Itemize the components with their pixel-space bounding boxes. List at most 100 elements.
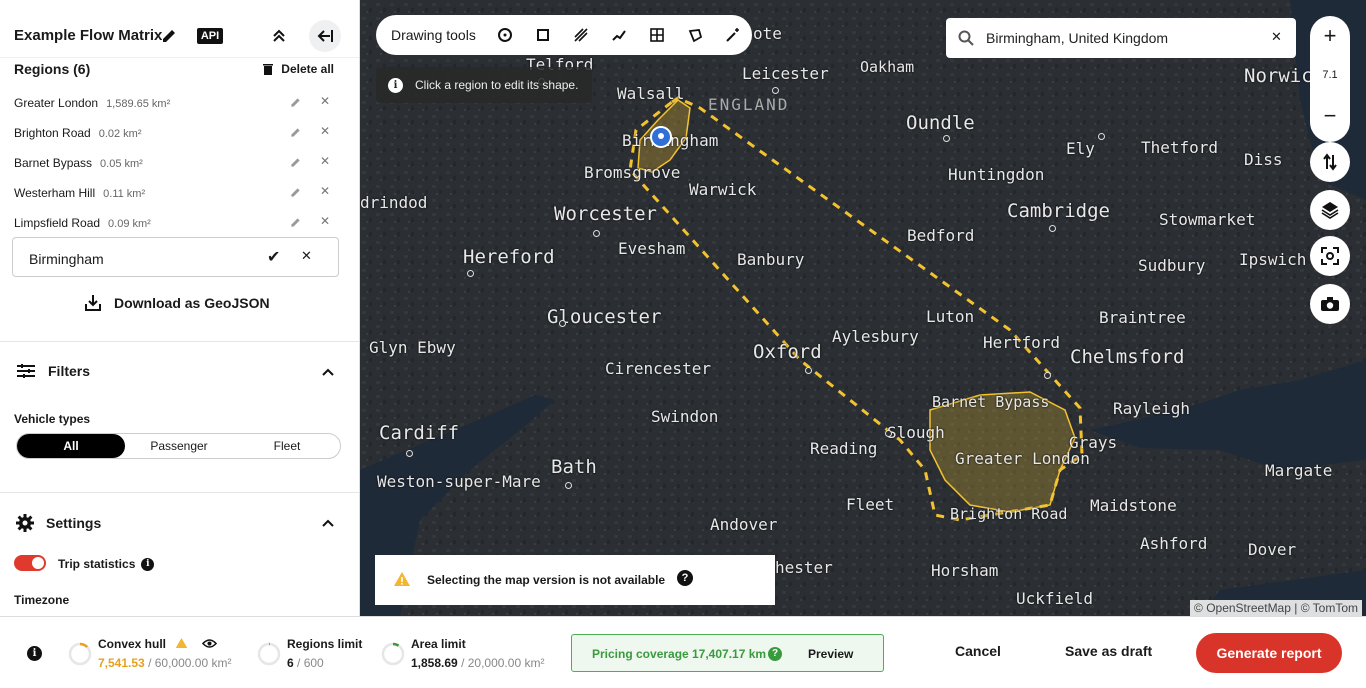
city-label: Sudbury xyxy=(1138,256,1206,275)
remove-region-icon[interactable]: ✕ xyxy=(320,184,330,198)
divider xyxy=(0,341,359,342)
city-label: Bedford xyxy=(907,226,975,245)
city-marker xyxy=(593,230,600,237)
chevron-up-icon[interactable] xyxy=(322,365,334,379)
info-icon[interactable]: i xyxy=(141,557,155,571)
remove-region-icon[interactable]: ✕ xyxy=(320,214,330,228)
generate-report-button[interactable]: Generate report xyxy=(1196,633,1342,673)
search-icon xyxy=(958,30,974,46)
remove-region-icon[interactable]: ✕ xyxy=(320,124,330,138)
camera-icon xyxy=(1321,297,1339,311)
vehicle-type-selector: All Passenger Fleet xyxy=(16,433,341,459)
area-limit-progress-ring xyxy=(381,642,405,666)
route-tool-icon[interactable] xyxy=(600,20,638,50)
polygon-tool-icon[interactable] xyxy=(676,20,714,50)
city-label: Barnet Bypass xyxy=(932,393,1050,411)
chevron-up-icon[interactable] xyxy=(322,516,334,530)
save-draft-button[interactable]: Save as draft xyxy=(1065,643,1152,659)
map-canvas[interactable]: Telford Leicester Oakham Norwich Walsall… xyxy=(360,0,1366,616)
city-label: Worcester xyxy=(554,203,657,225)
region-name: Limpsfield Road 0.09 km² xyxy=(14,216,151,230)
city-label: Weston-super-Mare xyxy=(377,472,541,491)
vehicle-type-fleet[interactable]: Fleet xyxy=(233,434,341,458)
download-geojson-button[interactable]: Download as GeoJSON xyxy=(84,294,270,312)
info-icon: i xyxy=(388,77,403,93)
info-icon[interactable]: i xyxy=(27,646,42,661)
drawing-tools-label: Drawing tools xyxy=(391,27,476,43)
eye-icon xyxy=(201,639,217,648)
grid-tool-icon[interactable] xyxy=(638,20,676,50)
zoom-out-button[interactable]: − xyxy=(1310,96,1350,136)
region-name: Barnet Bypass 0.05 km² xyxy=(14,156,143,170)
convex-hull-label: Convex hull xyxy=(98,637,217,651)
hint-text: Click a region to edit its shape. xyxy=(415,78,579,92)
region-row[interactable]: Barnet Bypass 0.05 km² ✕ xyxy=(14,152,334,174)
regions-header: Regions (6) Delete all xyxy=(14,61,334,79)
location-pin-icon[interactable] xyxy=(650,126,672,152)
delete-all-button[interactable]: Delete all xyxy=(263,62,334,76)
city-label: Rayleigh xyxy=(1113,399,1191,418)
rectangle-tool-icon[interactable] xyxy=(524,20,562,50)
cancel-button[interactable]: Cancel xyxy=(955,643,1001,659)
circle-tool-icon[interactable] xyxy=(486,20,524,50)
city-marker xyxy=(565,482,572,489)
help-icon[interactable]: ? xyxy=(677,570,693,586)
trip-statistics-toggle[interactable] xyxy=(14,555,46,571)
collapse-sections-icon[interactable] xyxy=(265,22,293,50)
city-label: Oxford xyxy=(753,341,822,363)
panel-header: Example Flow Matrix API xyxy=(0,0,359,58)
region-name: Brighton Road 0.02 km² xyxy=(14,126,142,140)
edit-region-icon[interactable] xyxy=(290,126,301,141)
filters-title: Filters xyxy=(48,363,91,379)
vehicle-type-all[interactable]: All xyxy=(17,434,125,458)
filters-header[interactable]: Filters xyxy=(16,363,90,379)
fit-bounds-button[interactable] xyxy=(1310,236,1350,276)
region-area: 0.05 km² xyxy=(100,158,143,170)
magic-wand-tool-icon[interactable] xyxy=(714,20,752,50)
corridor-tool-icon[interactable] xyxy=(562,20,600,50)
trash-icon xyxy=(263,64,274,75)
settings-header[interactable]: Settings xyxy=(16,514,101,532)
region-row[interactable]: Brighton Road 0.02 km² ✕ xyxy=(14,122,334,144)
map-attribution[interactable]: © OpenStreetMap | © TomTom xyxy=(1190,600,1362,616)
region-row[interactable]: Greater London 1,589.65 km² ✕ xyxy=(14,92,334,114)
preview-button[interactable]: Preview xyxy=(808,647,853,661)
vehicle-type-passenger[interactable]: Passenger xyxy=(125,434,233,458)
region-name-value[interactable]: Birmingham xyxy=(29,251,104,267)
sort-arrows-button[interactable] xyxy=(1310,142,1350,182)
warning-icon xyxy=(176,637,188,649)
zoom-in-button[interactable]: + xyxy=(1310,16,1350,56)
edit-region-icon[interactable] xyxy=(290,216,301,231)
region-row[interactable]: Westerham Hill 0.11 km² ✕ xyxy=(14,182,334,204)
clear-search-icon[interactable]: ✕ xyxy=(1271,29,1282,45)
city-marker xyxy=(1049,225,1056,232)
edit-title-icon[interactable] xyxy=(155,22,183,50)
edit-region-icon[interactable] xyxy=(290,156,301,171)
divider xyxy=(0,492,359,493)
screenshot-button[interactable] xyxy=(1310,284,1350,324)
api-button[interactable]: API xyxy=(196,22,224,50)
remove-region-icon[interactable]: ✕ xyxy=(320,154,330,168)
download-icon xyxy=(85,295,101,311)
pricing-coverage-box: Pricing coverage 17,407.17 km ? Preview xyxy=(571,634,884,672)
confirm-icon[interactable]: ✔ xyxy=(267,247,280,267)
city-label: Evesham xyxy=(618,239,686,258)
regions-limit-progress-ring xyxy=(257,642,281,666)
city-label: Aylesbury xyxy=(832,327,919,346)
search-input[interactable] xyxy=(986,28,1266,48)
layers-button[interactable] xyxy=(1310,190,1350,230)
remove-region-icon[interactable]: ✕ xyxy=(320,94,330,108)
warning-icon xyxy=(394,572,410,586)
edit-region-icon[interactable] xyxy=(290,186,301,201)
cancel-icon[interactable]: ✕ xyxy=(301,248,312,264)
edit-region-icon[interactable] xyxy=(290,96,301,111)
city-label: Andover xyxy=(710,515,778,534)
collapse-panel-button[interactable] xyxy=(309,20,341,52)
help-icon[interactable]: ? xyxy=(768,647,782,661)
regions-limit-label: Regions limit xyxy=(287,637,363,651)
city-marker xyxy=(885,430,892,437)
region-row[interactable]: Limpsfield Road 0.09 km² ✕ xyxy=(14,212,334,234)
region-name: Westerham Hill 0.11 km² xyxy=(14,186,146,200)
left-panel: Example Flow Matrix API Regions (6) Dele… xyxy=(0,0,360,616)
region-name-field[interactable]: Birmingham ✔ ✕ xyxy=(12,237,339,277)
